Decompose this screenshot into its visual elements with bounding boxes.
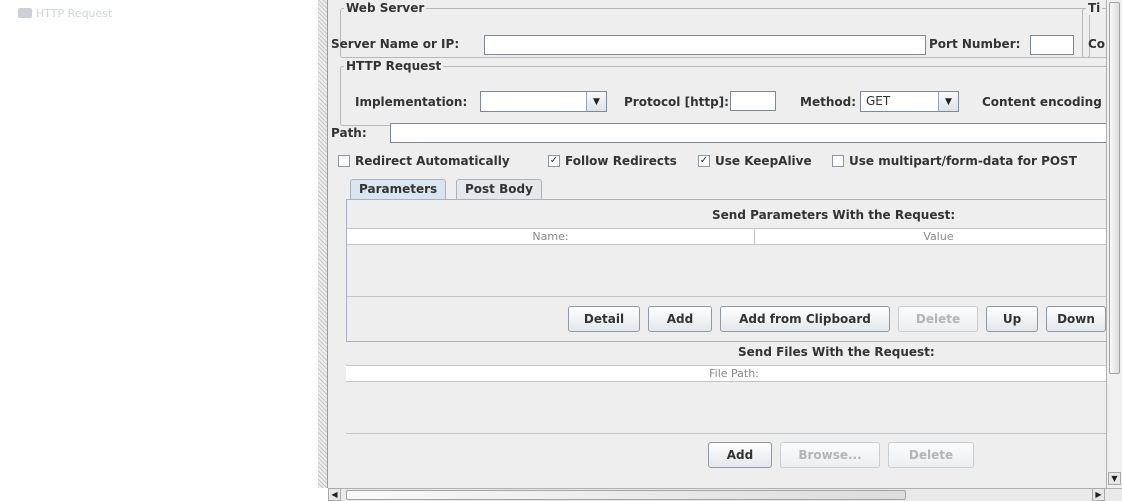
web-server-legend: Web Server bbox=[344, 1, 427, 15]
checkmark-icon[interactable]: ✓ bbox=[698, 155, 710, 167]
method-select[interactable]: GET ▼ bbox=[860, 91, 959, 112]
method-value: GET bbox=[866, 94, 891, 108]
chevron-down-icon[interactable]: ▼ bbox=[938, 92, 958, 111]
column-header-file-path: File Path: bbox=[709, 367, 759, 380]
parameters-table-body[interactable] bbox=[347, 245, 1122, 297]
files-table-body[interactable] bbox=[346, 382, 1122, 434]
http-request-icon bbox=[18, 8, 32, 18]
files-title: Send Files With the Request: bbox=[738, 345, 935, 359]
checkbox-label: Use KeepAlive bbox=[715, 154, 812, 168]
server-name-label: Server Name or IP: bbox=[331, 37, 460, 51]
checkbox-label: Follow Redirects bbox=[565, 154, 677, 168]
implementation-select[interactable]: ▼ bbox=[480, 91, 607, 112]
use-keepalive-checkbox[interactable]: ✓ Use KeepAlive bbox=[698, 154, 812, 168]
add-parameter-button[interactable]: Add bbox=[648, 306, 712, 332]
down-button[interactable]: Down bbox=[1046, 306, 1106, 332]
port-number-label: Port Number: bbox=[929, 37, 1021, 51]
horizontal-scrollbar[interactable]: ◀ ▶ bbox=[328, 488, 1122, 501]
connect-timeout-label: Co bbox=[1088, 37, 1106, 51]
parameters-table-header: Name: Value bbox=[347, 228, 1122, 245]
implementation-value bbox=[481, 92, 586, 111]
http-request-legend: HTTP Request bbox=[344, 59, 444, 73]
tab-post-body[interactable]: Post Body bbox=[456, 179, 542, 199]
port-number-input[interactable] bbox=[1030, 35, 1074, 55]
vertical-scrollbar-thumb[interactable] bbox=[1109, 2, 1120, 374]
tree-item-label: HTTP Request bbox=[36, 6, 113, 20]
server-name-input[interactable] bbox=[484, 35, 926, 55]
checkbox-box[interactable] bbox=[832, 155, 844, 167]
browse-button[interactable]: Browse... bbox=[780, 442, 880, 468]
tree-item-http-request[interactable]: HTTP Request bbox=[18, 6, 112, 20]
parameters-title: Send Parameters With the Request: bbox=[712, 208, 956, 222]
arrow-left-icon[interactable]: ◀ bbox=[328, 488, 341, 501]
add-from-clipboard-button[interactable]: Add from Clipboard bbox=[720, 306, 890, 332]
chevron-down-icon[interactable]: ▼ bbox=[586, 92, 606, 111]
checkbox-label: Use multipart/form-data for POST bbox=[849, 154, 1077, 168]
arrow-right-icon[interactable]: ▶ bbox=[1092, 488, 1105, 501]
horizontal-scrollbar-thumb[interactable] bbox=[346, 490, 906, 500]
path-label: Path: bbox=[331, 126, 367, 140]
add-file-button[interactable]: Add bbox=[708, 442, 772, 468]
path-input[interactable] bbox=[390, 123, 1122, 143]
detail-button[interactable]: Detail bbox=[568, 306, 640, 332]
protocol-input[interactable] bbox=[730, 91, 776, 111]
sampler-config-panel: Web Server Server Name or IP: Port Numbe… bbox=[328, 0, 1122, 488]
implementation-label: Implementation: bbox=[355, 95, 468, 109]
checkbox-box[interactable] bbox=[338, 155, 350, 167]
timeouts-legend: Ti bbox=[1086, 1, 1103, 15]
splitter-handle[interactable] bbox=[318, 0, 328, 488]
multipart-post-checkbox[interactable]: Use multipart/form-data for POST bbox=[832, 154, 1077, 168]
column-header-value: Value bbox=[923, 230, 954, 243]
checkbox-label: Redirect Automatically bbox=[355, 154, 510, 168]
up-button[interactable]: Up bbox=[986, 306, 1038, 332]
vertical-scrollbar[interactable]: ▼ bbox=[1106, 0, 1122, 488]
test-plan-tree: HTTP Request bbox=[0, 0, 318, 501]
delete-file-button[interactable]: Delete bbox=[888, 442, 974, 468]
follow-redirects-checkbox[interactable]: ✓ Follow Redirects bbox=[548, 154, 677, 168]
delete-parameter-button[interactable]: Delete bbox=[898, 306, 978, 332]
arrow-down-icon[interactable]: ▼ bbox=[1108, 472, 1121, 485]
content-encoding-label: Content encoding bbox=[982, 95, 1102, 109]
files-table-header: File Path: bbox=[346, 365, 1122, 382]
protocol-label: Protocol [http]: bbox=[624, 95, 729, 109]
tab-parameters[interactable]: Parameters bbox=[350, 179, 447, 199]
method-label: Method: bbox=[800, 95, 856, 109]
column-header-name: Name: bbox=[347, 229, 755, 244]
checkmark-icon[interactable]: ✓ bbox=[548, 155, 560, 167]
redirect-automatically-checkbox[interactable]: Redirect Automatically bbox=[338, 154, 510, 168]
